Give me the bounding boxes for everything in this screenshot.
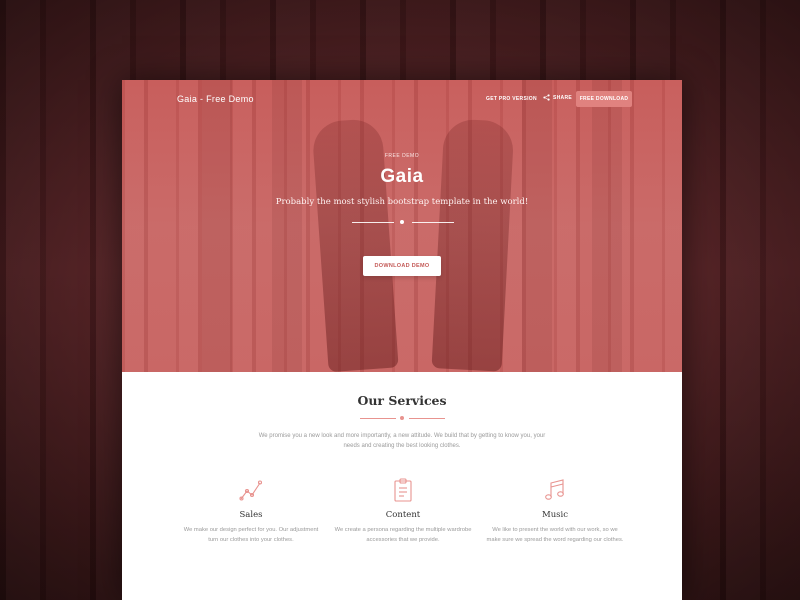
hero-divider-dot: [400, 220, 404, 224]
services-divider-left: [360, 418, 396, 419]
hero-pillar: [202, 80, 232, 372]
hero-pillar: [522, 80, 552, 372]
service-name: Music: [541, 510, 569, 520]
service-name: Content: [385, 510, 421, 520]
chart-line-icon: [239, 480, 263, 501]
free-download-button[interactable]: FREE DOWNLOAD: [576, 91, 632, 107]
clipboard-icon: [394, 478, 412, 502]
share-icon: [543, 94, 550, 101]
download-demo-button[interactable]: DOWNLOAD DEMO: [363, 256, 441, 276]
hero-title: Gaia: [380, 166, 424, 187]
service-description: We make our design perfect for you. Our …: [183, 527, 319, 543]
music-note-icon: [545, 479, 564, 500]
service-description: We like to present the world with our wo…: [486, 527, 624, 543]
services-intro: We promise you a new look and more impor…: [258, 433, 546, 449]
services-divider-right: [409, 418, 445, 419]
hero-divider-right: [412, 222, 454, 223]
hero-pillar: [272, 80, 302, 372]
service-card-content: Content We create a persona regarding th…: [333, 478, 473, 545]
nav-brand[interactable]: Gaia - Free Demo: [177, 94, 254, 104]
hero-tagline: Probably the most stylish bootstrap temp…: [275, 197, 529, 207]
nav-share-label: SHARE: [553, 94, 573, 101]
service-card-music: Music We like to present the world with …: [485, 478, 625, 545]
services-title: Our Services: [357, 393, 447, 408]
service-description: We create a persona regarding the multip…: [334, 527, 472, 543]
page-mockup: Gaia - Free Demo GET PRO VERSION SHARE F…: [122, 80, 682, 600]
service-card-sales: Sales We make our design perfect for you…: [181, 478, 321, 545]
nav-share-link[interactable]: SHARE: [543, 94, 572, 101]
nav-get-pro-link[interactable]: GET PRO VERSION: [486, 96, 537, 102]
hero-kicker: FREE DEMO: [384, 153, 420, 159]
services-divider-dot: [400, 416, 404, 420]
hero-pillar: [592, 80, 622, 372]
hero-section: Gaia - Free Demo GET PRO VERSION SHARE F…: [122, 80, 682, 372]
service-name: Sales: [239, 510, 263, 520]
hero-divider-left: [352, 222, 394, 223]
